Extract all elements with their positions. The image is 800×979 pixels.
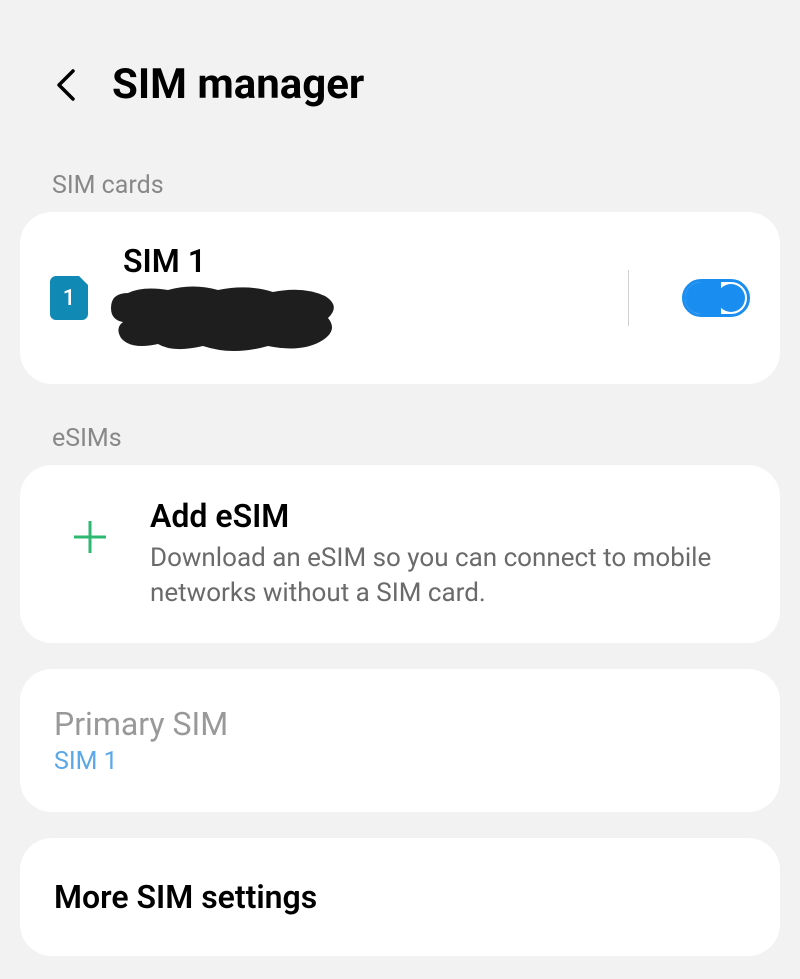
primary-sim-item[interactable]: Primary SIM SIM 1 xyxy=(20,669,780,812)
divider xyxy=(628,270,629,326)
sim-cards-section-label: SIM cards xyxy=(0,149,800,212)
esim-info: Add eSIM Download an eSIM so you can con… xyxy=(150,497,750,611)
add-esim-description: Download an eSIM so you can connect to m… xyxy=(150,541,750,611)
more-sim-settings-item[interactable]: More SIM settings xyxy=(20,838,780,956)
sim-number: 1 xyxy=(63,286,76,311)
esims-section-label: eSIMs xyxy=(0,402,800,465)
sim-card-icon: 1 xyxy=(50,276,88,320)
sim-name: SIM 1 xyxy=(123,242,593,280)
plus-icon xyxy=(72,519,108,555)
more-sim-settings-label: More SIM settings xyxy=(54,878,750,916)
add-esim-title: Add eSIM xyxy=(150,497,750,535)
sim-info: SIM 1 xyxy=(123,242,593,354)
header: SIM manager xyxy=(0,0,800,149)
back-icon[interactable] xyxy=(55,67,77,103)
add-esim-item[interactable]: Add eSIM Download an eSIM so you can con… xyxy=(20,465,780,643)
sim-card-item[interactable]: 1 SIM 1 xyxy=(20,212,780,384)
sim-toggle[interactable] xyxy=(682,279,750,317)
primary-sim-label: Primary SIM xyxy=(54,705,750,743)
sim-carrier-redacted xyxy=(123,286,358,354)
primary-sim-value: SIM 1 xyxy=(54,747,750,776)
page-title: SIM manager xyxy=(112,60,364,109)
